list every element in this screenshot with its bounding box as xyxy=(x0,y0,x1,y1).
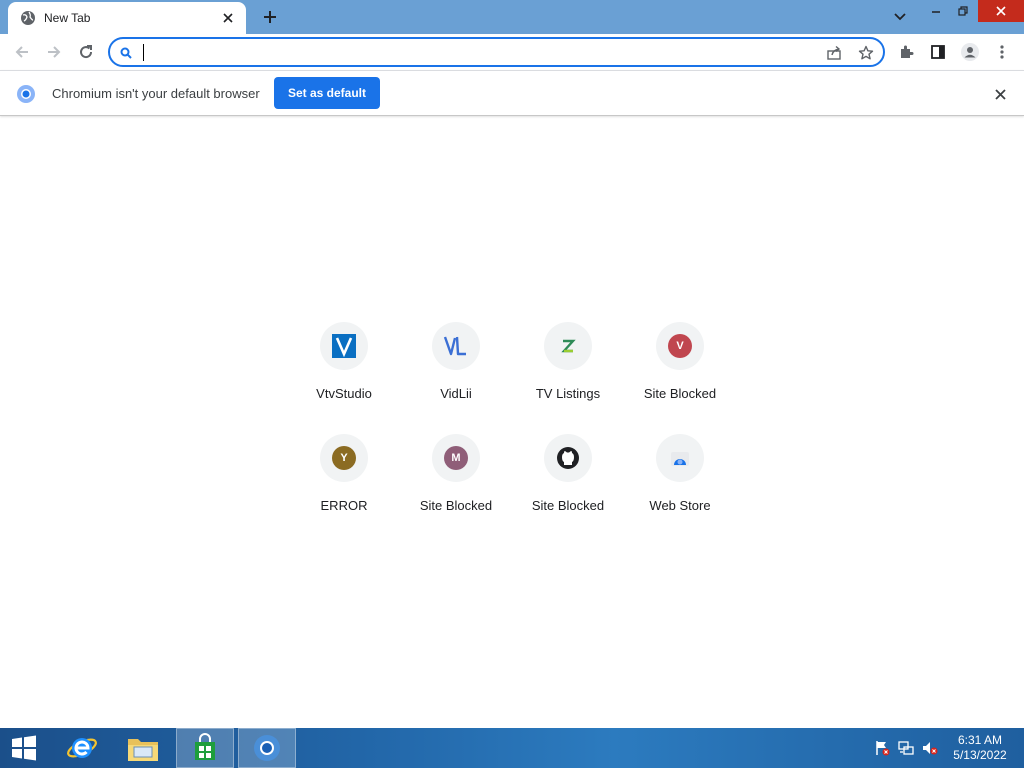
taskbar-internet-explorer[interactable] xyxy=(54,728,110,768)
tv-listings-icon xyxy=(561,339,576,353)
menu-more-icon[interactable] xyxy=(988,38,1016,66)
shortcut-tile[interactable]: Web Store xyxy=(624,422,736,534)
clock-date: 5/13/2022 xyxy=(953,748,1007,762)
default-browser-infobar: Chromium isn't your default browser Set … xyxy=(0,70,1024,116)
taskbar-chromium[interactable] xyxy=(238,728,296,768)
close-icon[interactable] xyxy=(978,0,1024,22)
forward-button[interactable] xyxy=(40,38,68,66)
web-store-icon xyxy=(671,452,689,466)
tab-close-icon[interactable] xyxy=(220,10,236,26)
chromium-icon xyxy=(254,735,280,761)
taskbar: 6:31 AM 5/13/2022 xyxy=(0,728,1024,768)
profile-avatar-icon[interactable] xyxy=(956,38,984,66)
shortcut-label: Site Blocked xyxy=(419,498,493,513)
omnibox-input[interactable] xyxy=(142,43,802,63)
shortcut-label: TV Listings xyxy=(535,386,601,401)
shortcut-label: VidLii xyxy=(440,386,472,401)
taskbar-store[interactable] xyxy=(176,728,234,768)
reload-button[interactable] xyxy=(72,38,100,66)
vidlii-icon xyxy=(443,336,466,356)
shortcut-tile[interactable]: Site Blocked xyxy=(512,422,624,534)
start-icon xyxy=(12,735,36,761)
network-icon[interactable] xyxy=(898,740,914,756)
plus-icon xyxy=(264,11,276,23)
extensions-icon[interactable] xyxy=(892,38,920,66)
file-explorer-icon xyxy=(128,739,158,761)
store-icon xyxy=(195,733,215,760)
taskbar-file-explorer[interactable] xyxy=(114,728,172,768)
forward-arrow-icon xyxy=(48,46,61,58)
shortcut-tile[interactable]: M Site Blocked xyxy=(400,422,512,534)
side-panel-icon[interactable] xyxy=(924,38,952,66)
shortcut-tile[interactable]: TV Listings xyxy=(512,310,624,422)
back-button[interactable] xyxy=(8,38,36,66)
tab-title: New Tab xyxy=(44,11,91,25)
volume-muted-icon[interactable] xyxy=(922,740,938,756)
shortcut-tile[interactable]: V Site Blocked xyxy=(624,310,736,422)
taskbar-clock[interactable]: 6:31 AM 5/13/2022 xyxy=(946,733,1014,763)
text-caret xyxy=(143,44,144,61)
internet-explorer-icon xyxy=(67,738,97,758)
restore-icon[interactable] xyxy=(950,0,976,22)
set-as-default-button[interactable]: Set as default xyxy=(274,77,380,109)
back-arrow-icon xyxy=(15,46,28,58)
clock-time: 6:31 AM xyxy=(957,733,1003,747)
bookmark-star-icon[interactable] xyxy=(856,43,876,63)
letter-v-icon: V xyxy=(668,334,692,358)
shortcut-tile[interactable]: Y ERROR xyxy=(288,422,400,534)
search-icon xyxy=(116,43,136,63)
letter-y-icon: Y xyxy=(332,446,356,470)
shortcut-label: ERROR xyxy=(320,498,368,513)
tab-search-icon[interactable] xyxy=(886,6,914,28)
shortcut-tiles: VtvStudio VidLii TV Listings V Site Bloc… xyxy=(288,310,736,534)
reload-icon xyxy=(80,45,93,59)
infobar-message: Chromium isn't your default browser xyxy=(52,86,260,101)
shortcut-label: VtvStudio xyxy=(316,386,372,401)
tab-strip: New Tab xyxy=(0,0,1024,34)
minimize-icon[interactable] xyxy=(922,0,950,22)
action-center-flag-icon[interactable] xyxy=(874,740,890,756)
infobar-close-icon[interactable] xyxy=(990,84,1010,104)
shortcut-tile[interactable]: VtvStudio xyxy=(288,310,400,422)
tab-new-tab[interactable]: New Tab xyxy=(8,2,246,34)
github-icon xyxy=(557,447,579,469)
shortcut-label: Site Blocked xyxy=(531,498,605,513)
omnibox[interactable] xyxy=(108,37,885,67)
shortcut-label: Site Blocked xyxy=(643,386,717,401)
vtvstudio-icon xyxy=(332,334,356,358)
shortcut-label: Web Store xyxy=(649,498,711,513)
globe-icon xyxy=(20,10,36,26)
start-button[interactable] xyxy=(0,728,48,768)
letter-m-icon: M xyxy=(444,446,468,470)
chromium-logo-icon xyxy=(17,85,35,103)
toolbar xyxy=(0,34,1024,70)
shortcut-tile[interactable]: VidLii xyxy=(400,310,512,422)
share-icon[interactable] xyxy=(824,43,844,63)
new-tab-button[interactable] xyxy=(258,6,282,28)
